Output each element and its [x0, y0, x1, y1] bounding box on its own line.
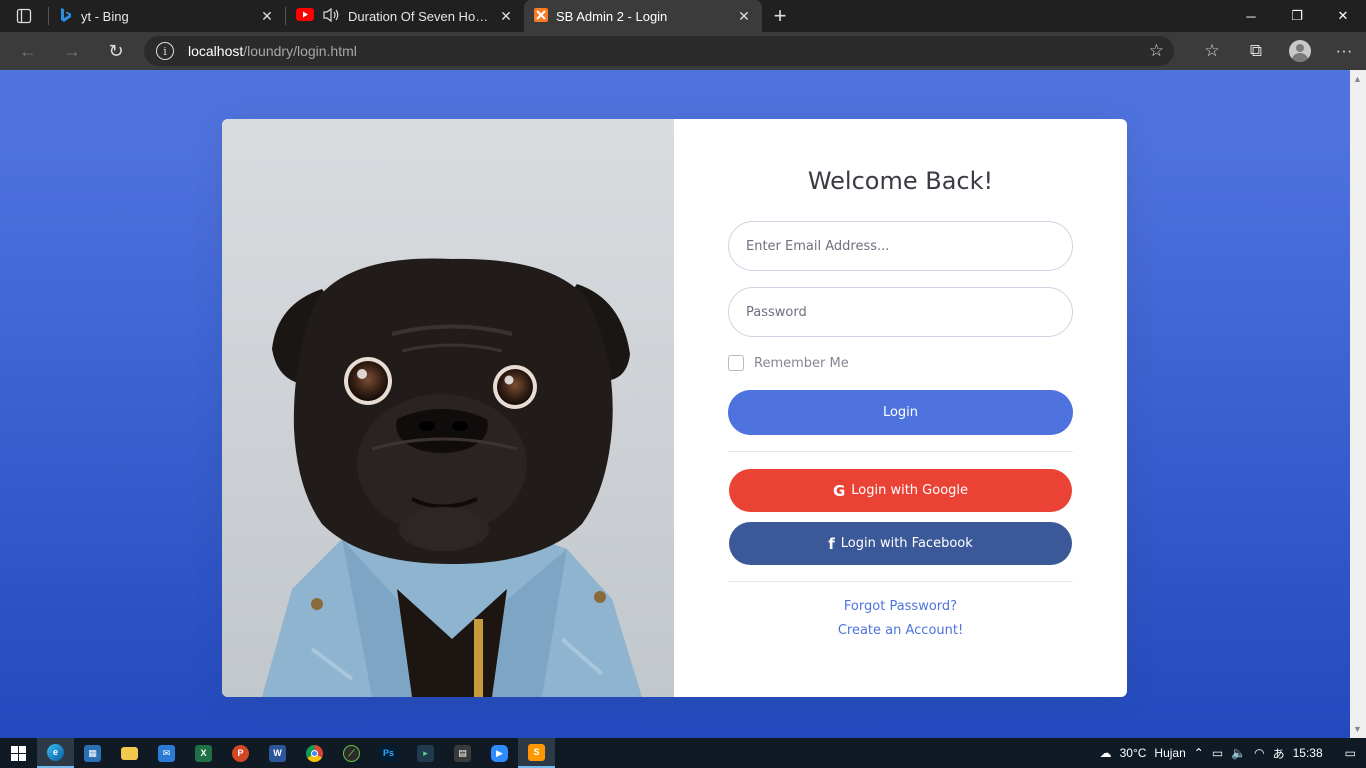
login-facebook-button[interactable]: f Login with Facebook: [729, 522, 1072, 565]
chevron-up-icon[interactable]: ⌃: [1194, 746, 1204, 760]
browser-tab-bar: yt - Bing ✕ Duration Of Seven Hours | P …: [0, 0, 1366, 32]
powerpoint-icon[interactable]: P: [222, 738, 259, 768]
facebook-button-label: Login with Facebook: [840, 536, 973, 551]
pug-illustration: [262, 258, 642, 697]
windows-taskbar: e ▦ ✉ X P W ⟋ Ps ▸ ▤ ▶ S ☁ 30°C Hujan ⌃ …: [0, 738, 1366, 768]
photoshop-icon[interactable]: Ps: [370, 738, 407, 768]
remember-label: Remember Me: [754, 355, 849, 371]
weather-icon[interactable]: ☁: [1100, 746, 1112, 760]
favorites-icon[interactable]: ☆: [1190, 32, 1234, 70]
facebook-icon: f: [828, 534, 835, 553]
page-title: Welcome Back!: [807, 167, 994, 195]
forgot-password-link[interactable]: Forgot Password?: [844, 599, 957, 614]
page-viewport: Welcome Back! Remember Me Login G Login …: [0, 70, 1350, 738]
pug-photo: [222, 119, 674, 697]
sublime-icon[interactable]: S: [518, 738, 555, 768]
tab-title: SB Admin 2 - Login: [556, 8, 668, 24]
excel-icon[interactable]: X: [185, 738, 222, 768]
email-field[interactable]: [728, 221, 1073, 271]
chrome-icon[interactable]: [296, 738, 333, 768]
window-controls: ─ ❐ ✕: [1228, 0, 1366, 32]
weather-text[interactable]: Hujan: [1154, 746, 1185, 760]
create-account-link[interactable]: Create an Account!: [838, 623, 963, 638]
close-window-icon[interactable]: ✕: [1320, 0, 1366, 32]
tab-title: Duration Of Seven Hours | P: [348, 8, 490, 24]
refresh-icon[interactable]: ↻: [94, 32, 138, 70]
device-icon[interactable]: ▭: [1212, 746, 1223, 760]
calculator-icon[interactable]: ▤: [444, 738, 481, 768]
store-icon[interactable]: ▦: [74, 738, 111, 768]
page-scrollbar[interactable]: ▲ ▼: [1350, 70, 1366, 738]
tab-youtube[interactable]: Duration Of Seven Hours | P ✕: [286, 0, 524, 32]
divider: [728, 451, 1073, 452]
xampp-icon: [534, 7, 548, 25]
tab-title: yt - Bing: [81, 8, 129, 24]
google-icon: G: [832, 481, 846, 500]
app-icon-2[interactable]: ▸: [407, 738, 444, 768]
audio-icon[interactable]: [322, 7, 340, 26]
close-icon[interactable]: ✕: [498, 8, 514, 24]
collections-icon[interactable]: ⧉: [1234, 32, 1278, 70]
system-tray: ☁ 30°C Hujan ⌃ ▭ 🔈 ◠ あ 15:38 ▭: [1100, 738, 1366, 768]
google-button-label: Login with Google: [851, 483, 969, 498]
edge-icon[interactable]: e: [37, 738, 74, 768]
address-toolbar: ← → ↻ i localhost/loundry/login.html ☆: [0, 32, 1366, 70]
forward-icon[interactable]: →: [50, 32, 94, 70]
app-icon[interactable]: ⟋: [333, 738, 370, 768]
divider: [728, 581, 1073, 582]
avatar: [1289, 40, 1311, 62]
youtube-icon: [296, 8, 314, 24]
url-path: /loundry/login.html: [243, 43, 357, 59]
remember-me[interactable]: Remember Me: [728, 355, 1073, 371]
clock[interactable]: 15:38: [1293, 746, 1323, 760]
wifi-icon[interactable]: ◠: [1254, 746, 1264, 760]
file-explorer-icon[interactable]: [111, 738, 148, 768]
tab-actions-icon[interactable]: [0, 0, 48, 32]
minimize-icon[interactable]: ─: [1228, 0, 1274, 32]
notification-icon[interactable]: ▭: [1345, 746, 1356, 760]
site-info-icon[interactable]: i: [156, 42, 174, 60]
login-form: Welcome Back! Remember Me Login G Login …: [674, 119, 1127, 697]
word-icon[interactable]: W: [259, 738, 296, 768]
close-icon[interactable]: ✕: [259, 8, 275, 24]
url-host: localhost: [188, 43, 244, 59]
back-icon[interactable]: ←: [6, 32, 50, 70]
windows-start-icon[interactable]: [0, 738, 37, 768]
mail-icon[interactable]: ✉: [148, 738, 185, 768]
scroll-up-icon[interactable]: ▲: [1353, 74, 1362, 84]
login-button[interactable]: Login: [728, 390, 1073, 435]
restore-icon[interactable]: ❐: [1274, 0, 1320, 32]
bing-icon: [59, 7, 73, 26]
browser-tools: ☆ ⧉ ···: [1190, 32, 1366, 70]
login-google-button[interactable]: G Login with Google: [729, 469, 1072, 512]
login-card: Welcome Back! Remember Me Login G Login …: [222, 119, 1127, 697]
language-icon[interactable]: あ: [1273, 745, 1285, 762]
password-field[interactable]: [728, 287, 1073, 337]
weather-temp[interactable]: 30°C: [1120, 746, 1147, 760]
profile-icon[interactable]: [1278, 32, 1322, 70]
close-icon[interactable]: ✕: [736, 8, 752, 24]
remember-checkbox[interactable]: [728, 355, 744, 371]
add-favorite-icon[interactable]: ☆: [1149, 41, 1164, 61]
url-field[interactable]: i localhost/loundry/login.html ☆: [144, 36, 1174, 66]
volume-muted-icon[interactable]: 🔈: [1231, 746, 1246, 760]
new-tab-icon[interactable]: +: [762, 0, 798, 32]
tab-sb-admin-login[interactable]: SB Admin 2 - Login ✕: [524, 0, 762, 32]
more-icon[interactable]: ···: [1322, 32, 1366, 70]
scroll-down-icon[interactable]: ▼: [1353, 724, 1362, 734]
tab-bing[interactable]: yt - Bing ✕: [49, 0, 285, 32]
zoom-icon[interactable]: ▶: [481, 738, 518, 768]
